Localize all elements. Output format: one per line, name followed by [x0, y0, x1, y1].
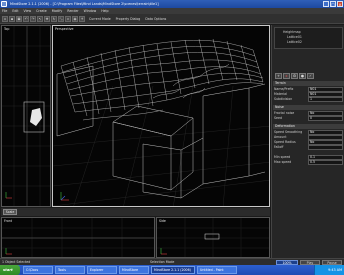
- section-header[interactable]: Terrain: [273, 81, 344, 86]
- perspective-scene: [53, 38, 269, 206]
- menu-file[interactable]: File: [2, 9, 7, 13]
- os-taskbar: start C:\Docs Tools Explorer MindStore M…: [0, 265, 344, 275]
- viewport-perspective[interactable]: Perspective: [52, 25, 270, 207]
- viewport-top[interactable]: Top: [1, 25, 51, 207]
- viewport-perspective-label: Perspective: [55, 27, 74, 31]
- scale-button[interactable]: Scale: [3, 209, 17, 215]
- side-grid: [157, 218, 269, 257]
- move-icon[interactable]: ✥: [44, 15, 50, 22]
- rotate-icon[interactable]: ↻: [51, 15, 57, 22]
- prop-row: Seed 0: [274, 116, 343, 121]
- terrain-wireframe: [60, 38, 264, 121]
- front-grid: [2, 218, 154, 257]
- status-mode: Selection Mode: [150, 260, 175, 264]
- prop-value-field[interactable]: No: [308, 130, 343, 135]
- prop-label: Subdivision: [274, 97, 293, 101]
- prop-value-field[interactable]: No: [308, 111, 343, 116]
- tree-item-lattice02[interactable]: Lattice02: [287, 40, 302, 44]
- task-button[interactable]: MindStore: [119, 266, 149, 274]
- viewport-toolbar: Scale: [1, 208, 270, 216]
- viewport-top-label: Top: [4, 27, 10, 31]
- prop-row: Max speed 0.5: [274, 160, 343, 165]
- scale-icon[interactable]: ⤡: [58, 15, 64, 22]
- app-icon[interactable]: [1, 1, 7, 7]
- minimize-button[interactable]: _: [323, 1, 329, 7]
- menu-window[interactable]: Window: [84, 9, 97, 13]
- status-bar: 1 Object Selected Selection Mode 100% Pl…: [0, 258, 344, 265]
- close-button[interactable]: ×: [337, 1, 343, 7]
- menu-view[interactable]: View: [24, 9, 32, 13]
- task-button[interactable]: Untitled - Paint: [197, 266, 237, 274]
- properties-panel: Heightmap Lattice01 Lattice02 + x ⚙ ● ✓ …: [271, 25, 344, 258]
- viewport-side-label: Side: [159, 219, 166, 223]
- menu-create[interactable]: Create: [36, 9, 47, 13]
- task-button[interactable]: Tools: [55, 266, 85, 274]
- prop-value-field[interactable]: 1: [308, 97, 343, 102]
- select-icon[interactable]: ↖: [37, 15, 43, 22]
- prop-value-field[interactable]: 0.1: [308, 155, 343, 160]
- scene-tree[interactable]: Heightmap Lattice01 Lattice02: [274, 27, 343, 49]
- maximize-button[interactable]: □: [330, 1, 336, 7]
- section-header[interactable]: Deformation: [273, 124, 344, 129]
- light-icon[interactable]: ☀: [79, 15, 85, 22]
- viewport-side[interactable]: Side: [156, 217, 270, 258]
- prop-value-field[interactable]: 0.5: [308, 160, 343, 165]
- axis-gizmo: [60, 192, 69, 201]
- new-icon[interactable]: ▫: [2, 15, 8, 22]
- save-icon[interactable]: ▣: [16, 15, 22, 22]
- prop-label: Max speed: [274, 160, 292, 164]
- record-icon[interactable]: ●: [299, 73, 306, 79]
- menu-render[interactable]: Render: [67, 9, 78, 13]
- menu-edit[interactable]: Edit: [12, 9, 18, 13]
- viewport-front[interactable]: Front: [1, 217, 155, 258]
- task-button[interactable]: Explorer: [87, 266, 117, 274]
- prop-value-field[interactable]: [308, 135, 343, 140]
- viewport-front-label: Front: [4, 219, 13, 223]
- prop-row: Subdivision 1: [274, 97, 343, 102]
- tree-item-heightmap[interactable]: Heightmap: [283, 30, 301, 34]
- prop-value-field[interactable]: N01: [308, 92, 343, 97]
- prop-value-field[interactable]: 0: [308, 116, 343, 121]
- toolbar-label-options[interactable]: Data Options: [145, 17, 166, 21]
- redo-icon[interactable]: ↷: [30, 15, 36, 22]
- prop-value-field[interactable]: No: [308, 140, 343, 145]
- toolbar-label-mode[interactable]: Current Mode: [89, 17, 111, 21]
- bounding-boxes: [56, 65, 266, 199]
- undo-icon[interactable]: ↶: [23, 15, 29, 22]
- prop-label: Seed: [274, 116, 282, 120]
- add-button[interactable]: +: [275, 73, 282, 79]
- side-object: [204, 233, 220, 240]
- section-header[interactable]: Noise: [273, 105, 344, 110]
- prop-value-field[interactable]: N01: [308, 87, 343, 92]
- camera-icon[interactable]: ◉: [72, 15, 78, 22]
- task-button[interactable]: C:\Docs: [23, 266, 53, 274]
- toolbar-label-property[interactable]: Property Dialog: [116, 17, 141, 21]
- menu-help[interactable]: Help: [101, 9, 108, 13]
- prop-label: Falloff: [274, 145, 284, 149]
- toolbar: ▫ ▪ ▣ ↶ ↷ ↖ ✥ ↻ ⤡ ∞ ◉ ☀ Current Mode Pro…: [0, 14, 344, 24]
- status-selection: 1 Object Selected: [2, 260, 31, 264]
- start-button[interactable]: start: [0, 265, 20, 275]
- settings-icon[interactable]: ⚙: [291, 73, 298, 79]
- top-grid: [2, 26, 50, 206]
- task-button-active[interactable]: MindStore 2.1.1 (2006): [151, 266, 195, 274]
- apply-icon[interactable]: ✓: [307, 73, 314, 79]
- link-icon[interactable]: ∞: [65, 15, 71, 22]
- open-icon[interactable]: ▪: [9, 15, 15, 22]
- clock[interactable]: 9:43 AM: [314, 265, 344, 275]
- window-title: MindStore 2.1.1 (2006) - [C:\Program Fil…: [10, 2, 159, 6]
- window-title-bar: MindStore 2.1.1 (2006) - [C:\Program Fil…: [0, 0, 344, 8]
- prop-row: Falloff: [274, 145, 343, 150]
- delete-button[interactable]: x: [283, 73, 290, 79]
- tree-item-lattice01[interactable]: Lattice01: [287, 35, 302, 39]
- menu-modify[interactable]: Modify: [52, 9, 63, 13]
- prop-value-field[interactable]: [308, 145, 343, 150]
